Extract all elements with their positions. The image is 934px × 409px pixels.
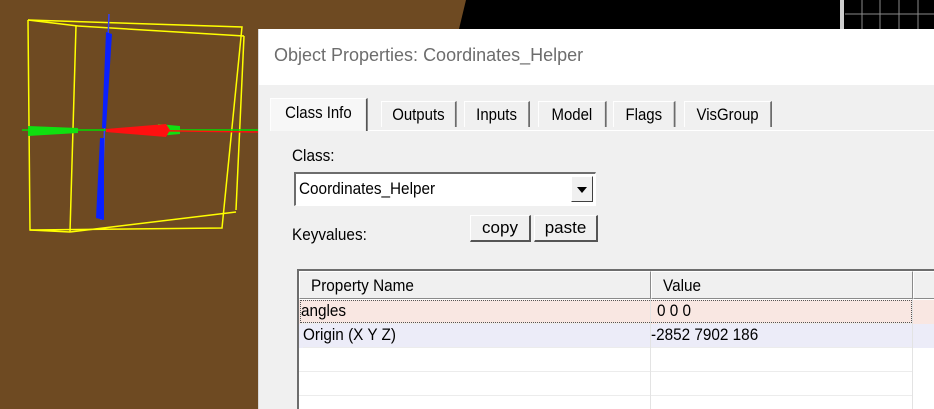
class-label: Class:: [292, 146, 335, 165]
entity-bounding-box: [27, 19, 245, 233]
column-header-property-name[interactable]: Property Name: [299, 271, 651, 299]
tab-divider: [270, 130, 934, 131]
tab-flags[interactable]: Flags: [613, 101, 676, 127]
window-title: Object Properties: Coordinates_Helper: [274, 45, 584, 65]
tab-inputs[interactable]: Inputs: [464, 101, 530, 127]
property-name-cell: angles: [301, 300, 651, 324]
keyvalues-label: Keyvalues:: [292, 225, 367, 244]
axis-z-arrow-down: [96, 138, 104, 220]
tab-class-info[interactable]: Class Info: [270, 98, 368, 131]
property-value-cell: -2852 7902 186: [651, 324, 913, 348]
table-row-empty[interactable]: [299, 348, 934, 372]
table-row-empty[interactable]: [299, 372, 934, 396]
class-select-value: Coordinates_Helper: [299, 179, 436, 198]
keyvalues-table[interactable]: Property Name Value angles 0 0 0 Origin …: [297, 269, 934, 409]
axis-y-arrow-left: [28, 126, 78, 136]
column-header-extra[interactable]: [913, 271, 934, 299]
paste-button[interactable]: paste: [534, 215, 598, 242]
title-bar[interactable]: Object Properties: Coordinates_Helper: [259, 29, 934, 85]
copy-button[interactable]: copy: [470, 215, 531, 242]
property-name-cell: Origin (X Y Z): [303, 324, 651, 348]
column-divider: [650, 299, 651, 409]
table-header: Property Name Value: [299, 271, 934, 299]
tab-visgroup[interactable]: VisGroup: [684, 101, 772, 127]
object-properties-dialog: Object Properties: Coordinates_Helper Cl…: [259, 29, 934, 409]
class-select[interactable]: Coordinates_Helper: [294, 172, 596, 206]
tab-outputs[interactable]: Outputs: [381, 101, 457, 127]
chevron-down-icon[interactable]: [571, 176, 593, 202]
axis-z-arrow-up: [102, 32, 112, 128]
column-divider: [912, 299, 913, 409]
property-value-cell: 0 0 0: [657, 300, 913, 324]
table-row[interactable]: Origin (X Y Z) -2852 7902 186: [299, 324, 934, 348]
table-row[interactable]: angles 0 0 0: [299, 300, 934, 324]
column-header-value[interactable]: Value: [651, 271, 913, 299]
tab-model[interactable]: Model: [538, 101, 607, 127]
